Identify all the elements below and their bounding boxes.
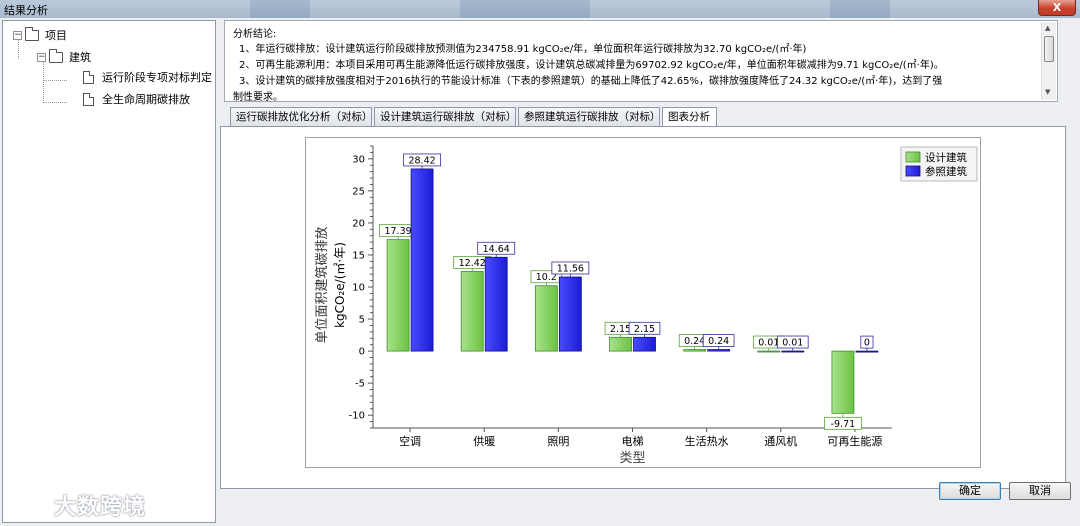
x-axis-title: 类型: [619, 451, 645, 466]
y-tick-label: 15: [352, 250, 365, 261]
title-bar: 结果分析 X: [0, 0, 1080, 18]
bar-reference: [707, 349, 731, 352]
y-tick-label: 10: [352, 283, 365, 294]
tab-operation-optimization[interactable]: 运行碳排放优化分析（对标）: [230, 107, 373, 126]
y-tick-label: 30: [352, 154, 365, 165]
bar-reference: [781, 350, 805, 353]
data-label: 0.24: [684, 336, 705, 347]
cancel-button[interactable]: 取消: [1009, 482, 1071, 500]
close-button[interactable]: X: [1038, 0, 1076, 16]
analysis-conclusion-panel: 分析结论: 1、年运行碳排放：设计建筑运行阶段碳排放预测值为234758.91 …: [224, 20, 1058, 103]
document-icon: [83, 70, 94, 84]
y-tick-label: 0: [359, 347, 365, 358]
legend-label: 设计建筑: [925, 151, 967, 164]
bar-reference: [558, 276, 582, 352]
ok-button[interactable]: 确定: [939, 482, 1001, 500]
tree-node-building[interactable]: − 建筑: [37, 48, 91, 65]
tree-node-project-label: 项目: [45, 29, 67, 42]
data-label: 14.64: [483, 244, 510, 255]
data-label: 0: [864, 338, 870, 349]
conclusion-line: 3、设计建筑的碳排放强度相对于2016执行的节能设计标准（下表的参照建筑）的基础…: [239, 76, 943, 87]
chart-frame: -10 -5 0 5 10 15 20 25 30 空调 17.39 28.42 供暖 12.42 14.6…: [305, 137, 981, 468]
project-tree[interactable]: − 项目 − 建筑 运行阶段专项对标判定 全生命周期碳排放: [2, 20, 216, 523]
y-tick-label: -5: [355, 379, 365, 390]
scroll-thumb[interactable]: [1044, 36, 1054, 62]
bar-reference: [484, 256, 508, 352]
x-tick-label: 通风机: [764, 434, 797, 448]
tree-node-project[interactable]: − 项目: [13, 26, 67, 43]
data-label: 17.39: [384, 226, 411, 237]
x-tick-label: 可再生能源: [827, 434, 882, 448]
bar-design: [831, 350, 855, 414]
x-tick-label: 空调: [399, 434, 421, 448]
conclusion-line: 制性要求。: [233, 92, 283, 103]
x-tick-label: 电梯: [622, 435, 644, 448]
data-label: 0.01: [782, 338, 803, 349]
conclusion-line: 1、年运行碳排放：设计建筑运行阶段碳排放预测值为234758.91 kgCO₂e…: [239, 44, 807, 55]
x-tick-label: 供暖: [473, 434, 495, 448]
x-tick-label: 照明: [547, 435, 569, 448]
legend-swatch: [905, 151, 921, 163]
tab-chart-analysis[interactable]: 图表分析: [662, 107, 717, 127]
bar-reference: [855, 350, 879, 353]
watermark-text: 大数跨境: [54, 495, 147, 520]
bar-design: [757, 350, 781, 353]
conclusion-heading: 分析结论:: [233, 29, 277, 40]
folder-icon: [25, 26, 39, 41]
collapse-icon[interactable]: −: [37, 52, 46, 62]
tree-node-building-label: 建筑: [69, 51, 91, 64]
watermark: 大数跨境: [8, 489, 146, 521]
tree-item-label: 运行阶段专项对标判定: [102, 71, 212, 84]
data-label: 0.24: [708, 336, 729, 347]
tab-design-building-emission[interactable]: 设计建筑运行碳排放（对标）: [374, 107, 517, 126]
y-tick-label: 20: [352, 218, 365, 229]
collapse-icon[interactable]: −: [13, 30, 22, 40]
bar-chart: -10 -5 0 5 10 15 20 25 30 空调 17.39 28.42 供暖 12.42 14.6…: [314, 145, 978, 466]
y-tick-label: 25: [352, 186, 365, 197]
bar-reference: [633, 336, 656, 352]
data-label: 11.56: [557, 264, 584, 275]
chart-tab-page: -10 -5 0 5 10 15 20 25 30 空调 17.39 28.42 供暖 12.42 14.6…: [220, 126, 1066, 489]
tree-item-lifecycle-emission[interactable]: 全生命周期碳排放: [83, 91, 190, 107]
scroll-down-icon[interactable]: ▼: [1045, 88, 1050, 96]
data-label: -9.71: [831, 419, 856, 430]
bar-reference: [410, 168, 434, 352]
y-tick-label: -10: [349, 411, 365, 422]
y-axis-title: 单位面积建筑碳排放: [314, 226, 330, 343]
bar-design: [460, 271, 484, 352]
window-title: 结果分析: [4, 4, 48, 17]
watermark-logo-icon: [10, 495, 48, 513]
data-label: 2.15: [634, 324, 655, 335]
data-label: 28.42: [408, 155, 435, 166]
tree-item-label: 全生命周期碳排放: [102, 93, 190, 106]
conclusion-scrollbar[interactable]: ▲ ▼: [1041, 22, 1056, 100]
tree-item-operation-benchmark[interactable]: 运行阶段专项对标判定: [83, 69, 212, 85]
bar-design: [534, 285, 558, 352]
conclusion-line: 2、可再生能源利用：本项目采用可再生能源降低运行碳排放强度，设计建筑总碳减排量为…: [239, 60, 944, 71]
data-label: 0.01: [758, 338, 779, 349]
x-tick-label: 生活热水: [685, 434, 729, 448]
bar-design: [609, 336, 632, 352]
data-label: 2.15: [610, 324, 631, 335]
data-label: 12.42: [459, 258, 486, 269]
folder-icon: [49, 48, 63, 63]
document-icon: [83, 92, 94, 106]
legend-swatch: [905, 165, 921, 177]
y-axis-unit: kgCO₂e/(㎡·年): [333, 242, 347, 328]
bar-design: [683, 349, 707, 352]
legend-label: 参照建筑: [925, 165, 967, 178]
bar-design: [386, 239, 410, 352]
tab-reference-building-emission[interactable]: 参照建筑运行碳排放（对标）: [518, 107, 661, 126]
scroll-up-icon[interactable]: ▲: [1045, 24, 1050, 32]
y-tick-label: 5: [359, 315, 365, 326]
